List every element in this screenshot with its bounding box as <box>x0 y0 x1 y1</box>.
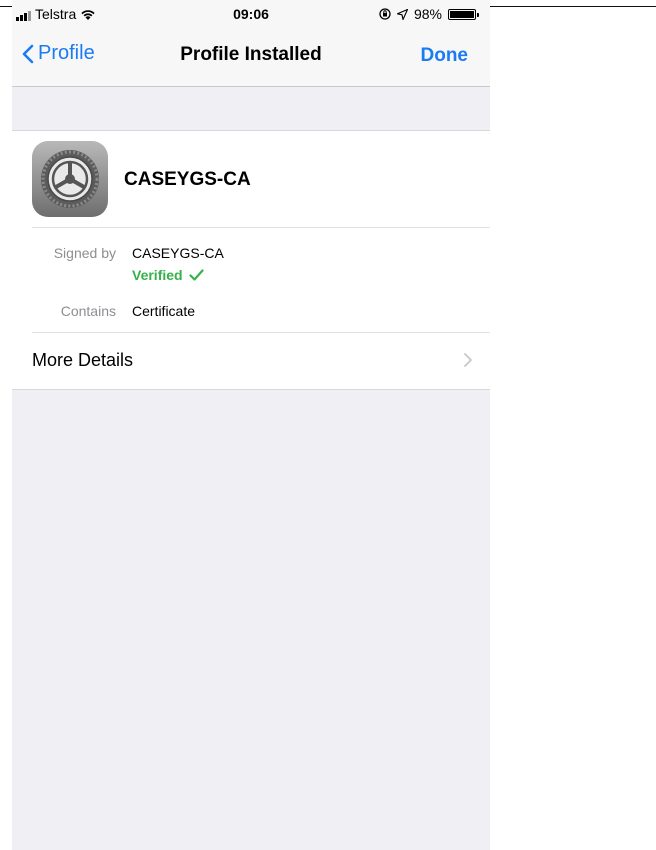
more-details-row[interactable]: More Details <box>12 333 490 389</box>
divider <box>32 227 490 228</box>
battery-fill <box>450 10 474 18</box>
battery-percent: 98% <box>413 6 442 22</box>
signed-by-label: Signed by <box>53 245 116 261</box>
location-arrow-icon <box>396 8 408 20</box>
signed-by-value: CASEYGS-CA <box>132 245 224 261</box>
contains-value: Certificate <box>132 303 196 319</box>
contains-label: Contains <box>60 303 116 319</box>
page-title: Profile Installed <box>180 44 322 65</box>
status-bar: Telstra 09:06 98% <box>12 0 490 30</box>
more-details-label: More Details <box>32 350 134 370</box>
status-right: 98% <box>379 6 479 22</box>
verified-label: Verified <box>132 267 183 283</box>
checkmark-icon <box>188 269 204 281</box>
done-button[interactable]: Done <box>421 45 469 67</box>
profile-card: CASEYGS-CA Signed by CASEYGS-CA Verified… <box>12 130 490 390</box>
chevron-right-icon <box>464 353 472 367</box>
phone-screen: Telstra 09:06 98% Profile Profile Instal… <box>12 0 490 850</box>
top-bar: Telstra 09:06 98% Profile Profile Instal… <box>12 0 490 87</box>
profile-name: CASEYGS-CA <box>124 169 251 190</box>
settings-gear-icon <box>32 141 108 217</box>
battery-icon <box>448 8 479 20</box>
orientation-lock-icon <box>379 8 391 20</box>
verified-status: Verified <box>132 267 204 283</box>
